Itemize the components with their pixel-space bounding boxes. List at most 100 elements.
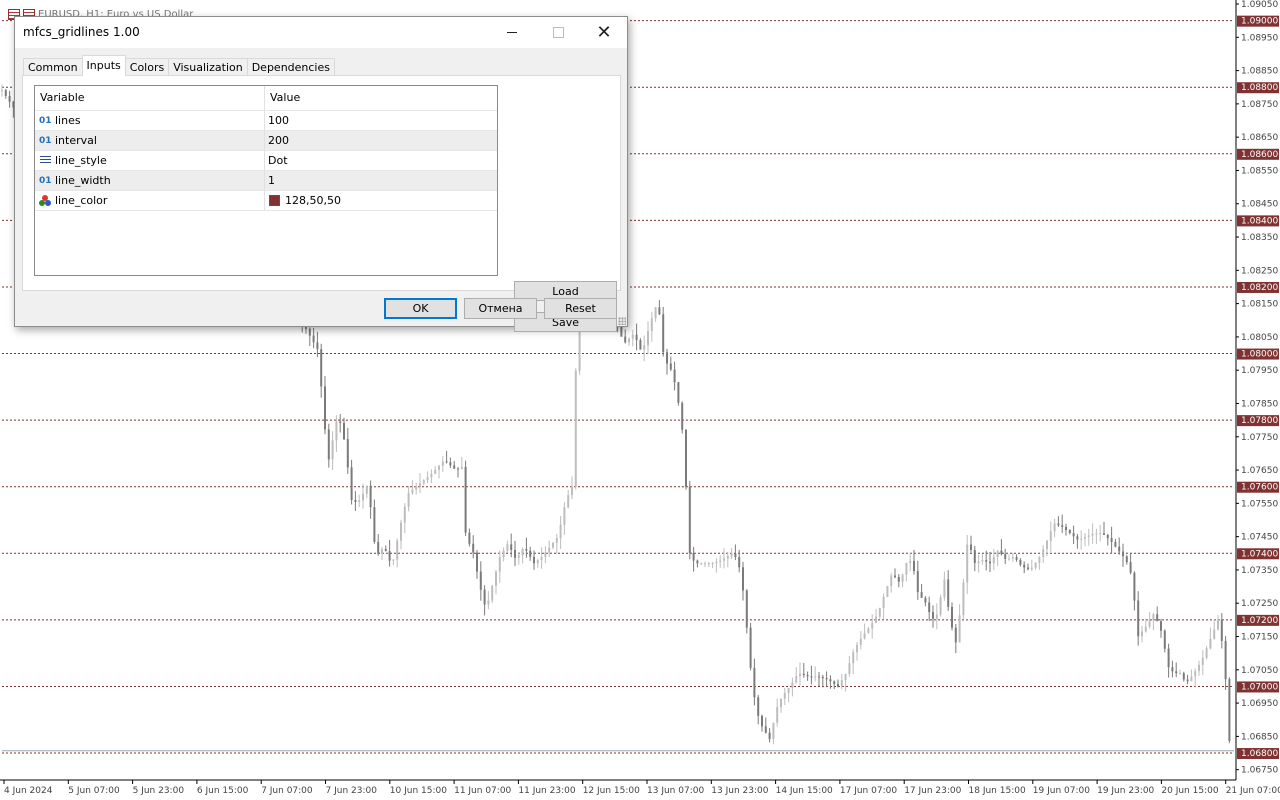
value-text: Dot — [268, 154, 288, 167]
variable-name: line_width — [55, 174, 111, 187]
variable-cell[interactable]: 01 lines — [35, 111, 265, 130]
table-row[interactable]: 01 interval 200 — [35, 131, 497, 151]
candle-body — [396, 540, 399, 560]
candle-body — [453, 465, 456, 469]
price-tick-label: 1.08950 — [1241, 33, 1278, 43]
time-tick-label: 19 Jun 23:00 — [1097, 786, 1154, 796]
table-row[interactable]: line_style Dot — [35, 151, 497, 171]
candle-body — [1084, 537, 1086, 539]
candle-body — [1053, 523, 1056, 532]
variable-cell[interactable]: 01 line_width — [35, 171, 265, 190]
candle-body — [996, 550, 999, 557]
candle-body — [818, 676, 820, 678]
candle-body — [677, 382, 680, 403]
candle-body — [438, 465, 440, 470]
candle-body — [799, 673, 801, 677]
column-header-variable[interactable]: Variable — [35, 86, 265, 110]
candle-body — [411, 489, 414, 493]
candle-body — [559, 524, 562, 539]
candle-body — [772, 722, 775, 740]
candle-body — [749, 627, 752, 668]
candle-body — [324, 386, 326, 430]
candle-body — [384, 549, 387, 552]
candle-body — [620, 326, 623, 337]
value-cell[interactable]: 200 — [265, 131, 497, 150]
column-header-value[interactable]: Value — [265, 86, 497, 110]
minimize-button[interactable] — [489, 17, 535, 48]
candle-body — [1023, 564, 1026, 568]
candle-body — [1152, 614, 1155, 621]
resize-grip-icon[interactable] — [618, 317, 626, 325]
candle-body — [905, 563, 908, 575]
candle-body — [924, 597, 927, 603]
tab-visualization[interactable]: Visualization — [168, 58, 248, 76]
value-cell[interactable]: 1 — [265, 171, 497, 190]
value-cell[interactable]: Dot — [265, 151, 497, 170]
tab-common[interactable]: Common — [23, 58, 83, 76]
gridline-price-label: 1.07000 — [1241, 682, 1278, 692]
price-tick-label: 1.08750 — [1241, 100, 1278, 110]
candle-body — [502, 550, 505, 558]
value-cell[interactable]: 100 — [265, 111, 497, 130]
inputs-grid[interactable]: Variable Value 01 lines 100 01 interval — [34, 85, 498, 276]
candle-body — [692, 553, 695, 561]
candle-body — [947, 579, 950, 607]
candle-body — [460, 466, 463, 469]
candle-body — [715, 561, 718, 564]
candle-body — [761, 715, 763, 727]
maximize-button[interactable] — [535, 17, 581, 48]
candle-body — [483, 589, 486, 605]
close-button[interactable]: ✕ — [581, 17, 627, 48]
tab-inputs[interactable]: Inputs — [81, 55, 126, 76]
table-row[interactable]: 01 line_width 1 — [35, 171, 497, 191]
candle-body — [1228, 679, 1231, 741]
candle-body — [1091, 533, 1094, 536]
candle-body — [920, 592, 923, 598]
price-axis[interactable]: 1.09050 1.08950 1.08850 1.08750 1.08650 1.085… — [1235, 0, 1278, 780]
table-row[interactable]: line_color 128,50,50 — [35, 191, 497, 211]
price-tick-label: 1.09050 — [1241, 0, 1278, 10]
time-tick-label: 5 Jun 07:00 — [68, 786, 120, 796]
candle-body — [1179, 673, 1181, 675]
candle-body — [1194, 671, 1197, 677]
variable-cell[interactable]: line_color — [35, 191, 265, 210]
value-cell[interactable]: 128,50,50 — [265, 191, 497, 210]
candle-body — [540, 556, 543, 561]
price-tick-label: 1.08150 — [1241, 300, 1278, 310]
candle-body — [1080, 538, 1083, 540]
tab-colors[interactable]: Colors — [124, 58, 170, 76]
candle-body — [1125, 556, 1128, 563]
reset-button[interactable]: Reset — [544, 298, 617, 319]
candle-body — [441, 461, 444, 466]
candle-body — [1, 90, 3, 92]
table-row[interactable]: 01 lines 100 — [35, 111, 497, 131]
candle-body — [681, 402, 684, 430]
price-tick-label: 1.07650 — [1241, 466, 1278, 476]
variable-cell[interactable]: line_style — [35, 151, 265, 170]
time-tick-label: 12 Jun 15:00 — [583, 786, 640, 796]
color-swatch[interactable] — [269, 195, 280, 206]
time-tick-label: 20 Jun 15:00 — [1161, 786, 1218, 796]
dialog-titlebar[interactable]: mfcs_gridlines 1.00 ✕ — [15, 17, 627, 48]
candle-body — [476, 552, 478, 572]
gridline-price-label: 1.08800 — [1241, 83, 1278, 93]
candle-body — [635, 334, 638, 341]
tab-dependencies[interactable]: Dependencies — [246, 58, 335, 76]
candle-body — [742, 567, 744, 591]
candle-body — [776, 707, 779, 723]
value-text: 200 — [268, 134, 289, 147]
candle-body — [552, 542, 554, 548]
candle-body — [977, 561, 980, 563]
time-axis[interactable]: 4 Jun 2024 5 Jun 07:00 5 Jun 23:00 6 Jun 15… — [0, 779, 1280, 796]
candle-body — [768, 732, 771, 740]
candle-body — [1137, 600, 1140, 637]
candle-body — [308, 328, 311, 336]
value-text: 128,50,50 — [285, 194, 341, 207]
cancel-button[interactable]: Отмена — [464, 298, 537, 319]
candle-body — [563, 507, 566, 525]
ok-button[interactable]: OK — [384, 298, 457, 319]
time-tick-label: 11 Jun 23:00 — [518, 786, 575, 796]
color-icon — [39, 195, 51, 206]
time-tick-label: 17 Jun 23:00 — [904, 786, 961, 796]
variable-cell[interactable]: 01 interval — [35, 131, 265, 150]
